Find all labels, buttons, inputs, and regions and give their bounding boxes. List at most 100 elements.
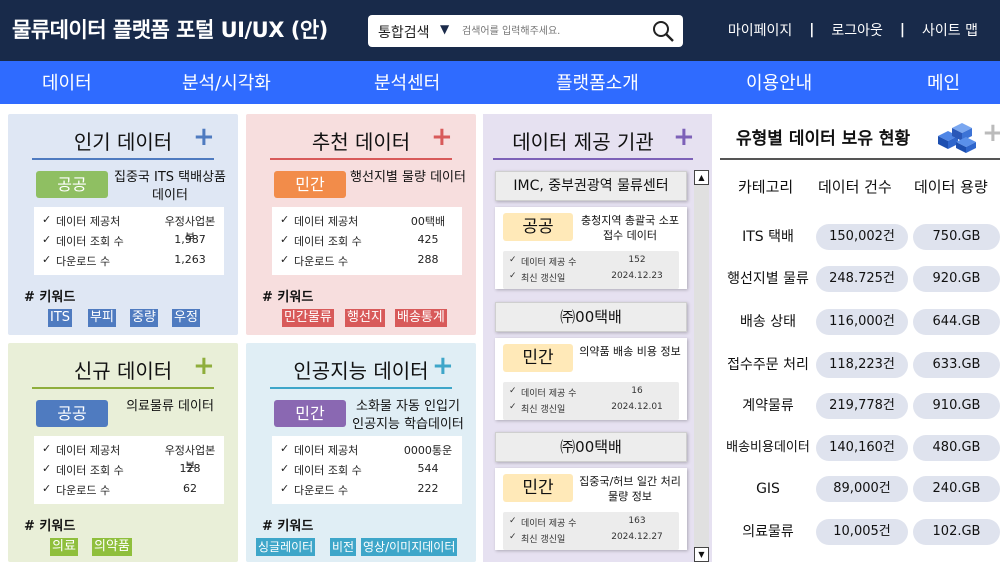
- size-cell: 644.GB: [913, 309, 1000, 335]
- data-description[interactable]: 집중국 ITS 택배상품 데이터: [112, 169, 228, 205]
- sitemap-link[interactable]: 사이트 맵: [922, 20, 978, 40]
- plus-icon[interactable]: +: [673, 122, 695, 152]
- keyword-tag[interactable]: 영상/이미지데이터: [361, 538, 458, 556]
- stat-row: ✓ 데이터 제공 수 163: [509, 516, 673, 530]
- stat-label: 데이터 제공처: [56, 215, 121, 228]
- table-row[interactable]: ITS 택배 150,002건 750.GB: [720, 224, 1000, 250]
- stat-value: 00택배: [410, 215, 446, 228]
- keyword-tag[interactable]: 민간물류: [282, 309, 334, 327]
- size-cell: 480.GB: [913, 435, 1000, 461]
- size-cell: 240.GB: [913, 476, 1000, 502]
- table-row[interactable]: GIS 89,000건 240.GB: [720, 476, 1000, 502]
- stat-row: ✓ 다운로드 수 288: [280, 253, 454, 271]
- keyword-tag[interactable]: 행선지: [345, 309, 385, 327]
- scroll-down-icon[interactable]: ▼: [694, 547, 709, 562]
- plus-icon[interactable]: +: [431, 122, 453, 152]
- provider-name[interactable]: ㈜00택배: [495, 302, 687, 332]
- data-description[interactable]: 행선지별 물량 데이터: [350, 169, 466, 187]
- provider-data-card[interactable]: 공공 충청지역 총괄국 소포접수 데이터 ✓ 데이터 제공 수 152 ✓ 최신 갱신…: [495, 207, 687, 289]
- check-icon: ✓: [280, 442, 290, 455]
- table-row[interactable]: 배송비용데이터 140,160건 480.GB: [720, 435, 1000, 461]
- nav-item-usage-guide[interactable]: 이용안내: [746, 69, 812, 95]
- private-badge: 민간: [503, 344, 573, 372]
- keyword-title: # 키워드: [262, 519, 314, 534]
- data-stats: ✓ 데이터 제공처 우정사업본부 ✓ 데이터 조회 수 128 ✓ 다운로드 수 62: [34, 436, 224, 504]
- category-cell: 배송비용데이터: [726, 440, 810, 455]
- keyword-tag[interactable]: 싱글레이터: [256, 538, 316, 556]
- provider-name[interactable]: ㈜00택배: [495, 432, 687, 462]
- count-cell: 116,000건: [816, 309, 908, 335]
- nav-item-main[interactable]: 메인: [927, 69, 960, 95]
- search-scope-select[interactable]: 통합검색: [378, 22, 430, 42]
- count-cell: 248.725건: [816, 266, 908, 292]
- site-title[interactable]: 물류데이터 플랫폼 포털 UI/UX (안): [12, 14, 328, 44]
- check-icon: ✓: [509, 516, 517, 526]
- provider-scrollbar[interactable]: ▲ ▼: [694, 170, 709, 562]
- plus-icon[interactable]: +: [432, 351, 454, 381]
- keyword-tag[interactable]: 의약품: [92, 538, 132, 556]
- stat-label: 데이터 조회 수: [56, 235, 124, 248]
- data-description: 충청지역 총괄국 소포접수 데이터: [580, 214, 680, 242]
- keyword-tag[interactable]: 부피: [88, 309, 116, 327]
- plus-icon[interactable]: +: [193, 351, 215, 381]
- mypage-link[interactable]: 마이페이지: [728, 20, 792, 40]
- title-underline: [270, 387, 452, 389]
- nav-item-analysis-center[interactable]: 분석센터: [374, 69, 440, 95]
- table-row[interactable]: 계약물류 219,778건 910.GB: [720, 393, 1000, 419]
- public-badge: 공공: [36, 400, 108, 427]
- plus-icon[interactable]: +: [193, 122, 215, 152]
- scroll-up-icon[interactable]: ▲: [694, 170, 709, 185]
- provider-name[interactable]: IMC, 중부권광역 물류센터: [495, 171, 687, 201]
- keyword-tag[interactable]: 중량: [130, 309, 158, 327]
- utility-links: 마이페이지 | 로그아웃 | 사이트 맵: [728, 20, 978, 40]
- stat-value: 16: [631, 386, 643, 396]
- check-icon: ✓: [280, 462, 290, 475]
- keyword-tag[interactable]: 배송통계: [395, 309, 447, 327]
- check-icon: ✓: [509, 271, 517, 281]
- check-icon: ✓: [280, 482, 290, 495]
- category-cell: GIS: [756, 481, 780, 497]
- check-icon: ✓: [42, 442, 52, 455]
- provider-data-card[interactable]: 민간 의약품 배송 비용 정보 ✓ 데이터 제공 수 16 ✓ 최신 갱신일 2024.…: [495, 338, 687, 420]
- check-icon: ✓: [280, 233, 290, 246]
- keyword-tag[interactable]: 우정: [172, 309, 200, 327]
- title-underline: [32, 387, 214, 389]
- column-header-size: 데이터 용량: [914, 178, 988, 196]
- keyword-tag[interactable]: ITS: [48, 309, 73, 327]
- stat-label: 최신 갱신일: [521, 274, 566, 284]
- data-description[interactable]: 소화물 자동 인입기 인공지능 학습데이터: [350, 398, 466, 434]
- category-cell: 접수주문 처리: [727, 357, 809, 373]
- stat-value: 544: [417, 462, 439, 475]
- popular-data-card: 인기 데이터 + 공공 집중국 ITS 택배상품 데이터 ✓ 데이터 제공처 우정사…: [8, 114, 238, 335]
- category-cell: ITS 택배: [742, 229, 794, 245]
- provider-stats: ✓ 데이터 제공 수 16 ✓ 최신 갱신일 2024.12.01: [503, 382, 679, 420]
- chevron-down-icon[interactable]: ▼: [440, 22, 449, 36]
- stat-value: 0000통운: [403, 444, 453, 457]
- keyword-tag[interactable]: 비전: [330, 538, 357, 556]
- nav-item-data[interactable]: 데이터: [42, 69, 92, 95]
- count-cell: 219,778건: [816, 393, 908, 419]
- divider: |: [899, 22, 906, 38]
- stat-row: ✓ 데이터 조회 수 128: [42, 462, 216, 480]
- nav-item-analysis-visualization[interactable]: 분석/시각화: [182, 69, 271, 95]
- search-icon[interactable]: [651, 19, 675, 43]
- table-row[interactable]: 배송 상태 116,000건 644.GB: [720, 309, 1000, 335]
- table-row[interactable]: 의료물류 10,005건 102.GB: [720, 519, 1000, 545]
- stat-value: 152: [628, 255, 646, 265]
- table-row[interactable]: 행선지별 물류 248.725건 920.GB: [720, 266, 1000, 292]
- column-header-category: 카테고리: [738, 178, 794, 196]
- recommended-data-card: 추천 데이터 + 민간 행선지별 물량 데이터 ✓ 데이터 제공처 00택배 ✓ 데이…: [246, 114, 476, 335]
- stat-row: ✓ 최신 갱신일 2024.12.23: [509, 271, 673, 285]
- search-input[interactable]: [462, 21, 642, 41]
- category-cell: 계약물류: [742, 398, 794, 414]
- data-description[interactable]: 의료물류 데이터: [112, 398, 228, 416]
- stat-value: 2024.12.23: [611, 271, 663, 281]
- nav-item-platform-intro[interactable]: 플랫폼소개: [556, 69, 639, 95]
- stat-label: 데이터 제공 수: [521, 389, 577, 399]
- provider-data-card[interactable]: 민간 집중국/허브 일간 처리 물량 정보 ✓ 데이터 제공 수 163 ✓ 최신 갱…: [495, 468, 687, 550]
- plus-icon[interactable]: +: [982, 118, 1000, 148]
- keyword-tag[interactable]: 의료: [50, 538, 78, 556]
- private-badge: 민간: [503, 474, 573, 502]
- table-row[interactable]: 접수주문 처리 118,223건 633.GB: [720, 352, 1000, 378]
- logout-link[interactable]: 로그아웃: [831, 20, 883, 40]
